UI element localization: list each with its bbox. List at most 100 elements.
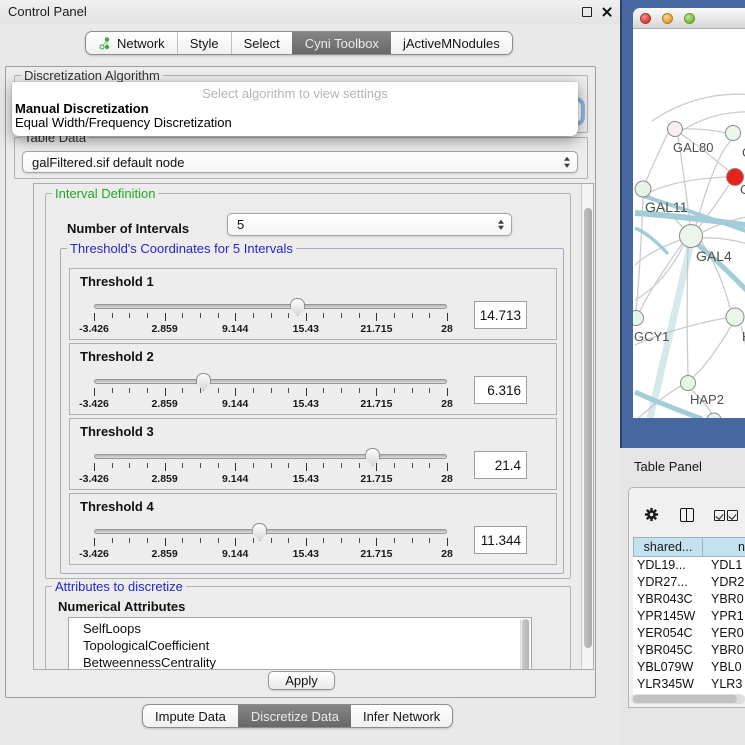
tab-jactivemnodules[interactable]: jActiveMNodules [391, 32, 512, 54]
network-edge[interactable] [702, 238, 745, 245]
threshold-value-field[interactable]: 21.4 [474, 451, 527, 479]
cell-shared-name: YDR27... [633, 574, 703, 591]
table-row[interactable]: YBL079WYBL0 [633, 659, 745, 676]
network-edge[interactable] [652, 94, 745, 121]
column-header[interactable]: shared... [633, 537, 703, 557]
interval-definition-group-label: Interval Definition [52, 186, 158, 201]
tab-cyni-toolbox[interactable]: Cyni Toolbox [292, 32, 391, 54]
network-node[interactable] [707, 413, 721, 418]
network-window: GAL80GACGAL11GAL4GCY1HHAP2 [620, 0, 745, 448]
tab-discretize-data[interactable]: Discretize Data [238, 705, 351, 727]
tab-infer-network[interactable]: Infer Network [351, 705, 452, 727]
tick-mark [165, 463, 166, 471]
tick-mark [447, 313, 448, 321]
tick-mark [218, 463, 219, 468]
attribute-item[interactable]: TopologicalCoefficient [69, 637, 531, 654]
tab-impute-data[interactable]: Impute Data [143, 705, 239, 727]
network-canvas[interactable]: GAL80GACGAL11GAL4GCY1HHAP2 [633, 29, 745, 418]
close-icon[interactable] [601, 6, 613, 18]
table-row[interactable]: YDR27...YDR2 [633, 574, 745, 591]
algorithm-option[interactable]: Manual Discretization [15, 101, 149, 116]
network-node-gal80[interactable] [668, 122, 683, 137]
zoom-traffic-light-icon[interactable] [684, 13, 695, 24]
column-header[interactable]: na [703, 537, 745, 557]
network-window-titlebar[interactable] [633, 8, 745, 29]
tab-network[interactable]: Network [86, 32, 178, 54]
table-row[interactable]: YLR345WYLR3 [633, 676, 745, 693]
table-row[interactable]: YDL19...YDL1 [633, 557, 745, 574]
slider-thumb[interactable] [196, 373, 211, 391]
vertical-scrollbar[interactable] [581, 184, 593, 669]
tick-mark [394, 538, 395, 543]
tick-mark [94, 463, 95, 471]
network-edge[interactable] [635, 246, 683, 300]
horizontal-scrollbar[interactable] [631, 694, 745, 704]
network-node-hap2[interactable] [681, 376, 696, 391]
numerical-attributes-list[interactable]: SelfLoopsTopologicalCoefficientBetweenne… [68, 617, 532, 670]
tab-style[interactable]: Style [178, 32, 232, 54]
list-scrollbar[interactable] [520, 619, 530, 670]
network-edge[interactable] [693, 326, 731, 377]
table-row[interactable]: YBR045CYBR0 [633, 642, 745, 659]
network-node-h[interactable] [726, 308, 744, 326]
apply-button[interactable]: Apply [268, 671, 335, 690]
table-rows: YDL19...YDL1YDR27...YDR2YBR043CYBR0YPR14… [633, 557, 745, 696]
slider-thumb[interactable] [290, 298, 305, 316]
threshold-value-field[interactable]: 11.344 [474, 526, 527, 554]
tick-mark [200, 538, 201, 543]
attribute-item[interactable]: SelfLoops [69, 620, 531, 637]
vertical-scrollbar-thumb[interactable] [584, 208, 592, 648]
slider-track[interactable] [94, 304, 447, 309]
tick-mark [341, 463, 342, 468]
list-scrollbar-thumb[interactable] [522, 619, 529, 670]
checkbox-icon[interactable] [714, 510, 725, 521]
cell-name: YBR0 [703, 642, 745, 659]
minimize-traffic-light-icon[interactable] [662, 13, 673, 24]
close-traffic-light-icon[interactable] [640, 13, 651, 24]
number-of-intervals-combobox[interactable]: 5 [227, 213, 512, 236]
slider-track[interactable] [94, 529, 447, 534]
threshold-value-field[interactable]: 14.713 [474, 301, 527, 329]
network-edge[interactable] [650, 177, 726, 192]
table-row[interactable]: YBR043CYBR0 [633, 591, 745, 608]
slider-track[interactable] [94, 454, 447, 459]
tick-mark [112, 463, 113, 468]
network-node-ga[interactable] [726, 126, 741, 141]
tick-mark [182, 313, 183, 318]
threshold-value-field[interactable]: 6.316 [474, 376, 527, 404]
slider-thumb[interactable] [365, 448, 380, 466]
table-panel-window: shared...na YDL19...YDL1YDR27...YDR2YBR0… [628, 487, 745, 708]
table-data-combobox[interactable]: galFiltered.sif default node [22, 151, 578, 173]
table-row[interactable]: YER054CYER0 [633, 625, 745, 642]
network-node-gal11[interactable] [635, 181, 651, 197]
table-panel-title: Table Panel [634, 459, 702, 474]
network-edge-highlighted[interactable] [635, 228, 668, 254]
discretization-algorithm-group-label: Discretization Algorithm [21, 68, 163, 83]
tick-label: 2.859 [151, 473, 177, 485]
tick-label: -3.426 [79, 548, 109, 560]
split-column-icon[interactable] [680, 508, 694, 522]
tick-mark [394, 313, 395, 318]
horizontal-scrollbar-thumb[interactable] [633, 695, 737, 703]
network-node-gcy1[interactable] [633, 311, 644, 326]
tick-mark [235, 388, 236, 396]
float-icon[interactable] [582, 7, 592, 17]
tick-mark [182, 538, 183, 543]
tab-label: Infer Network [363, 709, 440, 724]
tab-label: Network [117, 36, 165, 51]
checkbox-icon[interactable] [727, 510, 738, 521]
attribute-item[interactable]: BetweennessCentrality [69, 654, 531, 670]
threshold-panel: Threshold 1-3.4262.8599.14415.4321.71528… [69, 268, 557, 340]
cell-shared-name: YDL19... [633, 557, 703, 574]
tick-mark [341, 313, 342, 318]
slider-thumb[interactable] [252, 523, 267, 541]
slider-track[interactable] [94, 379, 447, 384]
algorithm-option[interactable]: Equal Width/Frequency Discretization [15, 115, 232, 130]
network-node-gal4[interactable] [680, 225, 703, 248]
tab-select[interactable]: Select [232, 32, 293, 54]
network-edge[interactable] [646, 133, 668, 181]
table-row[interactable]: YPR145WYPR1 [633, 608, 745, 625]
cell-name: YDR2 [703, 574, 745, 591]
thresholds-coordinates-group-label: Threshold's Coordinates for 5 Intervals [67, 241, 296, 256]
gear-icon[interactable] [644, 507, 659, 522]
